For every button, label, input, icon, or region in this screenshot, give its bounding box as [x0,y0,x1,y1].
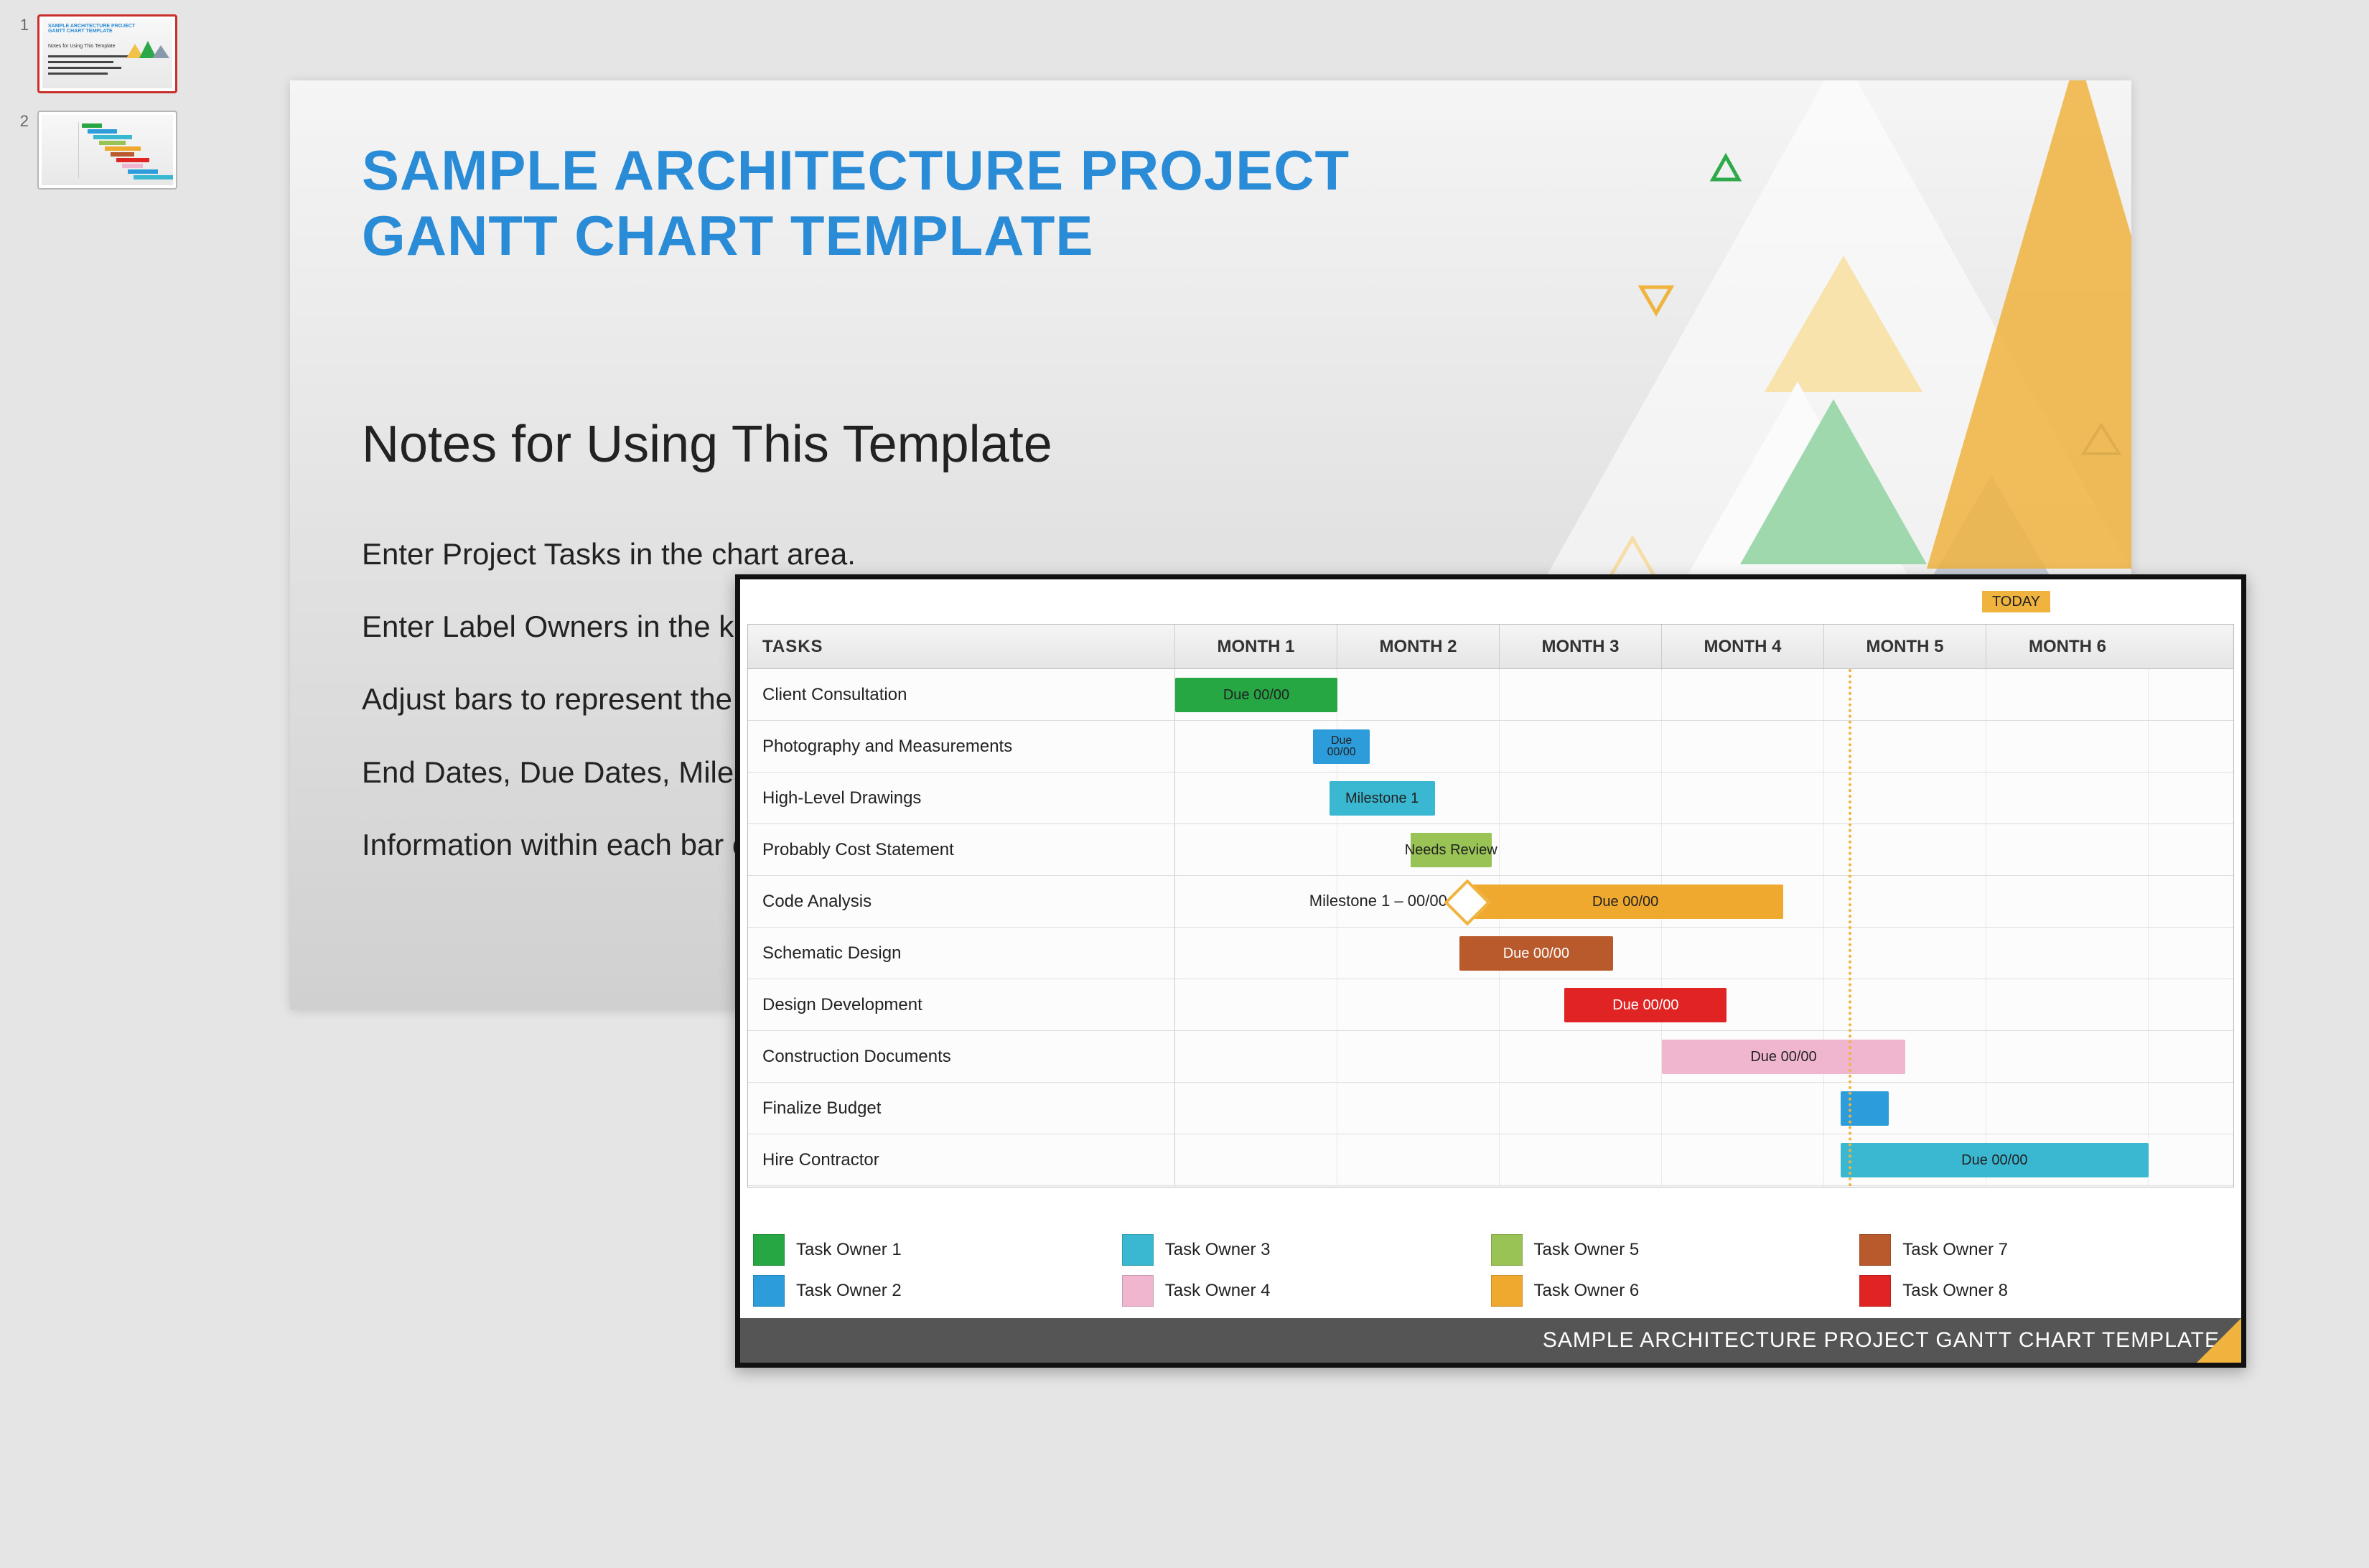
gantt-task-name: Design Development [748,979,1175,1030]
gantt-bar[interactable]: Due 00/00 [1564,988,1726,1022]
slide-body-line: Enter Project Tasks in the chart area. [362,530,2031,578]
gantt-bar[interactable]: Needs Review [1411,833,1492,867]
legend-swatch [1859,1234,1891,1266]
legend-swatch [753,1275,785,1307]
gantt-bar[interactable]: Due00/00 [1313,729,1370,764]
gantt-timeline-cell [1175,1083,2233,1134]
gantt-month-header: MONTH 1 [1175,625,1337,668]
gantt-task-name: Photography and Measurements [748,721,1175,772]
gantt-month-header: MONTH 6 [1986,625,2149,668]
triangle-icon [1711,155,1740,181]
slide-title-line2: GANTT CHART TEMPLATE [362,203,1350,269]
today-marker-label: TODAY [1982,591,2050,612]
legend-item: Task Owner 5 [1491,1231,1860,1269]
triangle-icon [1640,286,1673,314]
gantt-row: Photography and Measurements Due00/00 [748,721,2233,773]
gantt-grid: TASKSMONTH 1MONTH 2MONTH 3MONTH 4MONTH 5… [747,624,2234,1187]
gantt-footer-text: SAMPLE ARCHITECTURE PROJECT GANTT CHART … [1543,1328,2220,1353]
gantt-footer: SAMPLE ARCHITECTURE PROJECT GANTT CHART … [740,1318,2241,1363]
gantt-row: Design Development Due 00/00 [748,979,2233,1031]
gantt-timeline-cell: Due 00/00 [1175,928,2233,979]
today-marker-line [1849,669,1851,1187]
gantt-month-header: MONTH 2 [1337,625,1500,668]
slide-thumbnail-number: 2 [7,112,29,131]
gantt-row: Hire Contractor Due 00/00 [748,1134,2233,1186]
gantt-legend: Task Owner 1 Task Owner 3 Task Owner 5 Task… [753,1231,2228,1310]
gantt-month-header: MONTH 4 [1662,625,1824,668]
triangle-icon [2082,422,2121,457]
gantt-rows: Client ConsultationDue 00/00Photography … [748,669,2233,1187]
triangle-icon [1765,256,1922,392]
gantt-timeline-cell: Due 00/00 [1175,1134,2233,1185]
gantt-header-row: TASKSMONTH 1MONTH 2MONTH 3MONTH 4MONTH 5… [748,625,2233,669]
slide-thumbnail[interactable]: 2 [7,111,194,190]
gantt-bar[interactable]: Due 00/00 [1662,1040,1905,1074]
legend-label: Task Owner 8 [1902,1281,2008,1301]
gantt-preview-window: TODAY TASKSMONTH 1MONTH 2MONTH 3MONTH 4M… [735,574,2246,1368]
gantt-timeline-cell: Milestone 1 [1175,773,2233,823]
legend-label: Task Owner 1 [796,1240,902,1260]
gantt-bar[interactable]: Due 00/00 [1841,1143,2149,1177]
gantt-timeline-cell: Needs Review [1175,824,2233,875]
gantt-task-name: Probably Cost Statement [748,824,1175,875]
gantt-row: High-Level Drawings Milestone 1 [748,773,2233,824]
gantt-task-name: Client Consultation [748,669,1175,720]
gantt-bar[interactable]: Due 00/00 [1459,936,1614,971]
gantt-row: Code Analysis Milestone 1 – 00/00 Due 00/0… [748,876,2233,928]
gantt-timeline-cell: Due 00/00 [1175,979,2233,1030]
slide-title-line1: SAMPLE ARCHITECTURE PROJECT [362,138,1350,203]
legend-label: Task Owner 4 [1165,1281,1271,1301]
legend-item: Task Owner 7 [1859,1231,2228,1269]
slide-thumbnail-number: 1 [7,16,29,34]
legend-swatch [1122,1275,1154,1307]
legend-label: Task Owner 6 [1534,1281,1640,1301]
gantt-month-header: MONTH 3 [1500,625,1662,668]
gantt-timeline-cell: Due 00/00 [1175,1031,2233,1082]
legend-label: Task Owner 2 [796,1281,902,1301]
legend-swatch [1491,1234,1523,1266]
gantt-bar[interactable] [1841,1091,1889,1126]
gantt-row: Probably Cost Statement Needs Review [748,824,2233,876]
gantt-timeline-cell: Due 00/00 [1175,669,2233,720]
triangle-icon [1927,80,2131,569]
legend-item: Task Owner 6 [1491,1271,1860,1310]
legend-item: Task Owner 3 [1122,1231,1491,1269]
gantt-row: Client ConsultationDue 00/00 [748,669,2233,721]
legend-label: Task Owner 3 [1165,1240,1271,1260]
legend-item: Task Owner 4 [1122,1271,1491,1310]
legend-item: Task Owner 1 [753,1231,1122,1269]
legend-label: Task Owner 7 [1902,1240,2008,1260]
legend-item: Task Owner 8 [1859,1271,2228,1310]
slide-subtitle: Notes for Using This Template [362,415,1052,474]
today-marker-badge: TODAY [1982,594,2050,610]
gantt-task-name: Hire Contractor [748,1134,1175,1185]
legend-swatch [753,1234,785,1266]
gantt-timeline-cell: Due00/00 [1175,721,2233,772]
gantt-bar[interactable]: Due 00/00 [1467,885,1784,919]
legend-item: Task Owner 2 [753,1271,1122,1310]
gantt-task-name: Finalize Budget [748,1083,1175,1134]
slide-thumbnail[interactable]: 1SAMPLE ARCHITECTURE PROJECTGANTT CHART … [7,14,194,93]
legend-swatch [1491,1275,1523,1307]
legend-label: Task Owner 5 [1534,1240,1640,1260]
gantt-row: Finalize Budget [748,1083,2233,1134]
gantt-task-name: High-Level Drawings [748,773,1175,823]
gantt-row: Construction Documents Due 00/00 [748,1031,2233,1083]
gantt-row: Schematic Design Due 00/00 [748,928,2233,979]
gantt-tasks-header: TASKS [748,625,1175,668]
gantt-bar[interactable]: Milestone 1 [1330,781,1435,816]
gantt-timeline-cell: Milestone 1 – 00/00 Due 00/00 [1175,876,2233,927]
legend-swatch [1859,1275,1891,1307]
gantt-task-name: Code Analysis [748,876,1175,927]
gantt-task-name: Construction Documents [748,1031,1175,1082]
legend-swatch [1122,1234,1154,1266]
slide-title: SAMPLE ARCHITECTURE PROJECT GANTT CHART … [362,138,1350,269]
gantt-task-name: Schematic Design [748,928,1175,979]
gantt-bar[interactable]: Due 00/00 [1175,678,1337,712]
gantt-month-header: MONTH 5 [1824,625,1986,668]
gantt-annotation: Milestone 1 – 00/00 [1309,892,1447,910]
slide-thumbnail-panel: 1SAMPLE ARCHITECTURE PROJECTGANTT CHART … [7,14,194,207]
